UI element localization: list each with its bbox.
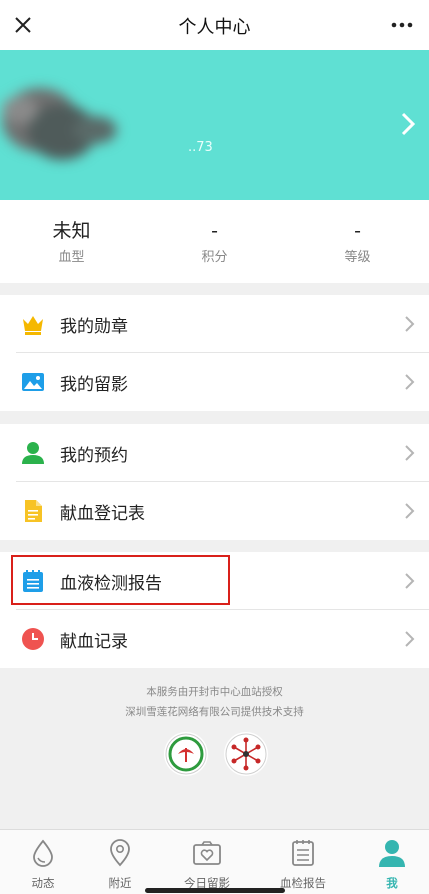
stat-value: - <box>354 220 361 242</box>
person-icon <box>379 840 405 867</box>
chevron-right-icon <box>405 316 415 332</box>
menu-group-2: 我的预约 献血登记表 <box>0 424 429 540</box>
menu-item-appointments[interactable]: 我的预约 <box>0 424 429 482</box>
highlight-box <box>11 555 230 605</box>
camera-heart-icon <box>193 841 221 865</box>
nickname: ..73 <box>188 140 213 155</box>
avatar <box>2 88 117 160</box>
more-dots-icon[interactable] <box>389 12 415 38</box>
tab-label: 动态 <box>31 876 55 890</box>
chevron-right-icon <box>405 374 415 390</box>
user-icon <box>22 442 44 464</box>
menu-item-label: 我的留影 <box>60 375 128 395</box>
drop-icon <box>33 839 53 867</box>
tab-bar: 动态 附近 今日留影 血检报告 我 <box>0 829 429 894</box>
report-list-icon <box>292 840 314 866</box>
chevron-right-icon <box>405 631 415 647</box>
home-indicator <box>145 888 285 893</box>
stat-label: 等级 <box>344 250 371 265</box>
stat-level: - 等级 <box>286 218 429 265</box>
location-pin-icon <box>110 839 130 867</box>
profile-banner[interactable]: ..73 <box>0 50 429 200</box>
tab-feed[interactable]: 动态 <box>0 830 86 894</box>
stat-blood-type: 未知 血型 <box>0 218 143 265</box>
menu-item-label: 献血登记表 <box>60 504 145 524</box>
document-icon <box>25 500 42 522</box>
chevron-right-icon <box>405 445 415 461</box>
footer-tech-support: 深圳雪莲花网络有限公司提供技术支持 <box>125 706 304 718</box>
top-bar: 个人中心 <box>0 0 429 50</box>
stat-value: - <box>211 220 218 242</box>
clock-icon <box>22 628 44 650</box>
menu-item-label: 献血记录 <box>60 632 128 652</box>
menu-item-medals[interactable]: 我的勋章 <box>0 295 429 353</box>
stat-points: - 积分 <box>143 218 286 265</box>
menu-item-registration-form[interactable]: 献血登记表 <box>0 482 429 540</box>
menu-item-label: 我的预约 <box>60 446 128 466</box>
page-title: 个人中心 <box>178 17 251 38</box>
footer: 本服务由开封市中心血站授权 深圳雪莲花网络有限公司提供技术支持 <box>0 682 429 722</box>
stats-panel: 未知 血型 - 积分 - 等级 <box>0 200 429 283</box>
tab-blood-report[interactable]: 血检报告 <box>260 830 346 894</box>
crown-icon <box>23 316 43 335</box>
footer-authorization: 本服务由开封市中心血站授权 <box>146 686 283 698</box>
snowflake-logo-icon <box>224 732 268 776</box>
stat-label: 积分 <box>201 250 228 265</box>
menu-item-photos[interactable]: 我的留影 <box>0 353 429 411</box>
stat-value: 未知 <box>52 220 91 242</box>
chevron-right-icon <box>405 573 415 589</box>
menu-item-label: 我的勋章 <box>60 317 128 337</box>
chevron-right-icon[interactable] <box>397 110 419 138</box>
tab-label: 我 <box>386 876 398 890</box>
image-icon <box>22 373 44 391</box>
partner-logos <box>164 732 274 776</box>
chevron-right-icon <box>405 503 415 519</box>
menu-item-donation-records[interactable]: 献血记录 <box>0 610 429 668</box>
stat-label: 血型 <box>58 250 85 265</box>
tab-today-photo[interactable]: 今日留影 <box>164 830 250 894</box>
tab-me[interactable]: 我 <box>349 830 429 894</box>
tab-nearby[interactable]: 附近 <box>77 830 163 894</box>
menu-group-1: 我的勋章 我的留影 <box>0 295 429 411</box>
blood-station-logo-icon <box>164 732 208 776</box>
